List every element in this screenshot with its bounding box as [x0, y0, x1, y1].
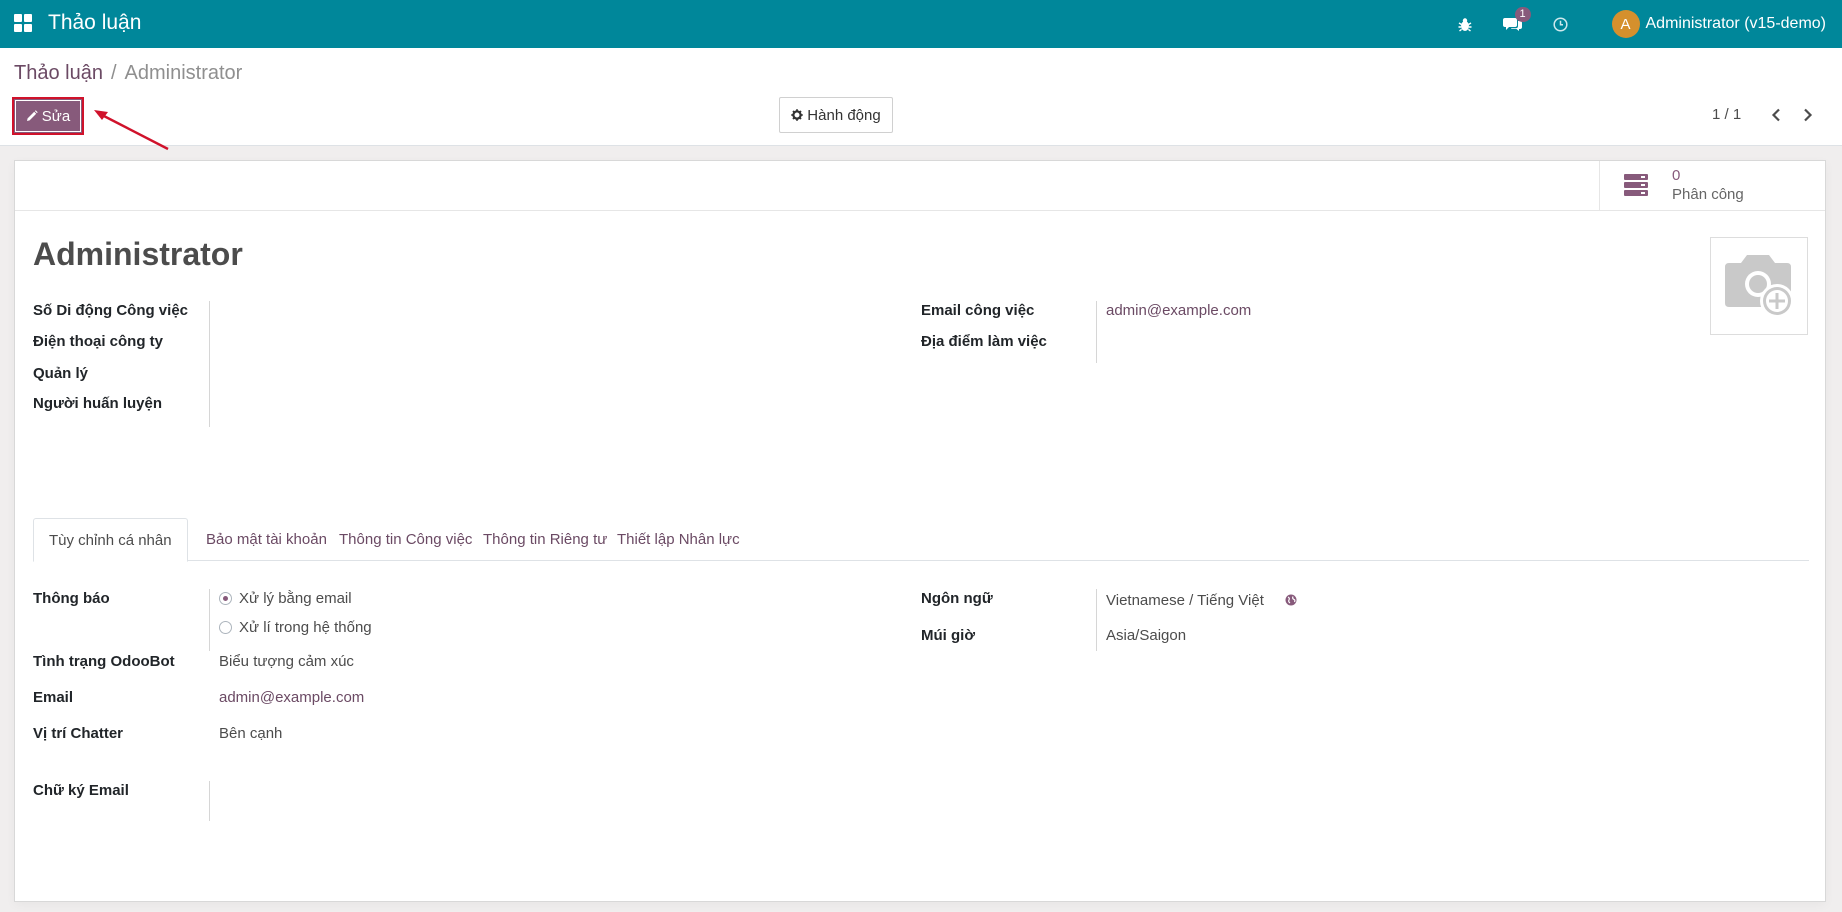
edit-button-label: Sửa [41, 107, 71, 125]
timezone-label: Múi giờ [921, 627, 975, 644]
field-divider [1096, 301, 1097, 363]
assignment-count: 0 [1672, 167, 1681, 184]
pager-value[interactable]: 1 / 1 [1712, 106, 1741, 123]
form-sheet: 0 Phân công Administrator Số Di động Côn… [14, 160, 1826, 902]
email-value[interactable]: admin@example.com [219, 689, 364, 706]
field-divider [209, 301, 210, 427]
globe-icon[interactable] [1285, 594, 1297, 606]
radio-button[interactable] [219, 621, 232, 634]
tab-work-information[interactable]: Thông tin Công việc [324, 518, 487, 561]
pager-previous-icon[interactable] [1766, 104, 1786, 126]
chatter-position-label: Vị trí Chatter [33, 725, 124, 742]
assignment-label: Phân công [1672, 186, 1744, 203]
field-divider [209, 589, 210, 651]
messages-icon[interactable]: 1 [1502, 7, 1531, 35]
employee-photo-placeholder[interactable] [1710, 237, 1808, 335]
odoobot-status-value: Biểu tượng cảm xúc [219, 653, 354, 670]
breadcrumb-separator: / [110, 62, 117, 84]
notebook-tabs: Tùy chỉnh cá nhân Bảo mật tài khoản Thôn… [33, 518, 1809, 562]
pager-next-icon[interactable] [1798, 104, 1818, 126]
breadcrumb: Thảo luận / Administrator [14, 62, 242, 85]
work-email-value[interactable]: admin@example.com [1106, 302, 1251, 319]
top-navbar: Thảo luận 1 A Administrator (v15-demo) [0, 0, 1842, 48]
action-menu-button[interactable]: Hành động [779, 97, 893, 133]
action-menu-label: Hành động [807, 106, 881, 124]
field-divider [209, 781, 210, 821]
server-stack-icon [1624, 174, 1648, 196]
activity-clock-icon[interactable] [1550, 13, 1572, 35]
chatter-position-value[interactable]: Bên cạnh [219, 725, 282, 742]
work-location-label: Địa điểm làm việc [921, 333, 1047, 350]
assignment-stat-button[interactable]: 0 Phân công [1599, 161, 1825, 211]
breadcrumb-parent-link[interactable]: Thảo luận [14, 62, 103, 85]
avatar: A [1611, 10, 1640, 38]
user-menu[interactable]: A Administrator (v15-demo) [1611, 10, 1827, 38]
tab-private-information[interactable]: Thông tin Riêng tư [468, 518, 622, 561]
notification-option-inbox[interactable]: Xử lí trong hệ thống [219, 619, 372, 636]
email-label: Email [33, 689, 74, 706]
apps-menu-icon[interactable] [14, 14, 32, 32]
messages-count-badge: 1 [1514, 7, 1531, 22]
notification-label: Thông báo [33, 590, 110, 607]
odoobot-status-label: Tình trạng OdooBot [33, 653, 175, 670]
work-email-label: Email công việc [921, 302, 1035, 319]
work-mobile-label: Số Di động Công việc [33, 302, 189, 319]
manager-label: Quản lý [33, 365, 89, 382]
timezone-value[interactable]: Asia/Saigon [1106, 627, 1186, 644]
employee-name: Administrator [33, 236, 243, 272]
email-signature-label: Chữ ký Email [33, 782, 129, 799]
notification-option-label: Xử lý bằng email [239, 590, 352, 607]
edit-button[interactable]: Sửa [12, 97, 84, 135]
notification-option-label: Xử lí trong hệ thống [239, 619, 372, 636]
coach-label: Người huấn luyện [33, 395, 163, 412]
language-label: Ngôn ngữ [921, 590, 993, 607]
tab-hr-settings[interactable]: Thiết lập Nhân lực [602, 518, 755, 561]
app-title[interactable]: Thảo luận [48, 11, 141, 35]
annotation-arrow-icon [94, 110, 169, 151]
control-panel: Thảo luận / Administrator Sửa Hành động … [0, 48, 1842, 146]
camera-add-icon [1725, 255, 1794, 318]
gear-icon [791, 109, 803, 121]
language-value[interactable]: Vietnamese / Tiếng Việt [1106, 592, 1264, 609]
radio-button[interactable] [219, 592, 232, 605]
button-box: 0 Phân công [15, 161, 1825, 211]
user-name: Administrator (v15-demo) [1645, 15, 1827, 32]
breadcrumb-current: Administrator [124, 62, 243, 84]
work-phone-label: Điện thoại công ty [33, 333, 164, 350]
tab-preferences[interactable]: Tùy chỉnh cá nhân [33, 518, 188, 562]
field-divider [1096, 589, 1097, 651]
notification-option-email[interactable]: Xử lý bằng email [219, 590, 352, 607]
pencil-icon [26, 110, 38, 122]
tab-account-security[interactable]: Bảo mật tài khoản [191, 518, 342, 561]
debug-bug-icon[interactable] [1454, 13, 1476, 35]
